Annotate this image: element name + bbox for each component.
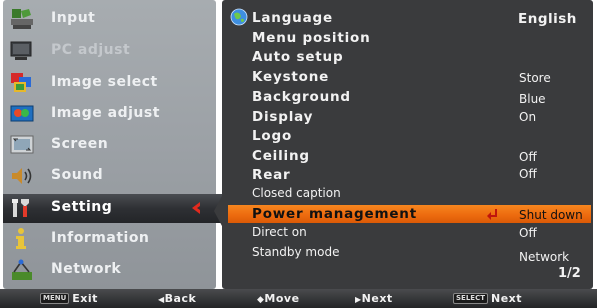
- setting-label: Auto setup: [252, 49, 344, 65]
- setting-label: Menu position: [252, 30, 371, 46]
- hint-select: SELECT Next: [453, 292, 522, 305]
- setting-label: Standby mode: [252, 245, 340, 259]
- screen-icon: [10, 135, 34, 154]
- setting-label: Direct on: [252, 225, 307, 239]
- menu-item-label: Information: [51, 230, 150, 246]
- setting-submenu-panel: Language English Menu position Auto setu…: [222, 0, 593, 289]
- key-hint-bar: MENU Exit ◀Back ◆Move ▶Next SELECT Next: [0, 289, 597, 308]
- selected-arrow-icon: [192, 202, 200, 214]
- setting-row-auto-setup[interactable]: Auto setup: [222, 48, 593, 67]
- right-arrow-icon: ▶: [355, 295, 362, 304]
- menu-item-label: Image adjust: [51, 105, 160, 121]
- setting-value: Off: [519, 167, 537, 181]
- setting-row-rear[interactable]: Rear Off: [222, 166, 593, 185]
- menu-key-icon: MENU: [40, 293, 70, 304]
- setting-value: English: [518, 11, 577, 27]
- setting-icon: [12, 199, 29, 217]
- hint-next: ▶Next: [355, 292, 393, 305]
- main-menu-panel: Input PC adjust Image select Image adjus…: [3, 0, 225, 289]
- input-icon: [11, 9, 33, 29]
- menu-item-label: PC adjust: [51, 42, 131, 58]
- setting-row-standby-mode[interactable]: Standby mode Network: [222, 244, 593, 264]
- hint-label: Next: [361, 292, 393, 305]
- setting-row-power-management[interactable]: Power management Shut down: [222, 205, 593, 224]
- menu-item-input[interactable]: Input: [3, 5, 216, 34]
- setting-row-menu-position[interactable]: Menu position: [222, 29, 593, 48]
- setting-value: Store: [519, 71, 551, 85]
- hint-back: ◀Back: [158, 292, 196, 305]
- information-icon: [16, 228, 26, 249]
- menu-item-label: Image select: [51, 74, 158, 90]
- setting-value: Shut down: [519, 208, 583, 222]
- setting-row-language[interactable]: Language English: [222, 9, 593, 28]
- menu-item-label: Setting: [51, 199, 113, 215]
- setting-row-background[interactable]: Background Blue: [222, 88, 593, 107]
- setting-value: Blue: [519, 92, 546, 106]
- setting-label: Keystone: [252, 69, 330, 85]
- setting-label: Ceiling: [252, 148, 310, 164]
- setting-row-display[interactable]: Display On: [222, 108, 593, 127]
- hint-label: Exit: [72, 292, 98, 305]
- setting-label: Logo: [252, 128, 293, 144]
- setting-value: On: [519, 110, 537, 124]
- setting-row-direct-on[interactable]: Direct on Off: [222, 224, 593, 243]
- menu-item-network[interactable]: Network: [3, 256, 216, 285]
- hint-label: Back: [164, 292, 197, 305]
- menu-item-image-adjust[interactable]: Image adjust: [3, 100, 216, 129]
- setting-label: Closed caption: [252, 186, 341, 200]
- setting-value: Off: [519, 150, 537, 164]
- menu-item-label: Network: [51, 261, 122, 277]
- setting-row-keystone[interactable]: Keystone Store: [222, 68, 593, 87]
- setting-label: Display: [252, 109, 314, 125]
- setting-label: Rear: [252, 167, 291, 183]
- menu-item-sound[interactable]: Sound: [3, 162, 216, 191]
- menu-item-screen[interactable]: Screen: [3, 131, 216, 160]
- pc-adjust-icon: [10, 41, 32, 60]
- menu-item-label: Input: [51, 10, 96, 26]
- network-icon: [12, 259, 32, 280]
- hint-exit: MENU Exit: [40, 292, 98, 305]
- menu-connector: [214, 196, 228, 226]
- hint-label: Next: [490, 292, 523, 305]
- image-adjust-icon: [10, 105, 34, 122]
- setting-row-logo[interactable]: Logo: [222, 127, 593, 146]
- setting-row-closed-caption[interactable]: Closed caption: [222, 185, 593, 204]
- image-select-icon: [11, 73, 31, 92]
- setting-label: Background: [252, 89, 351, 105]
- page-indicator: 1/2: [558, 266, 581, 281]
- enter-arrow-icon: [487, 209, 497, 220]
- select-key-icon: SELECT: [453, 293, 488, 304]
- menu-item-label: Sound: [51, 167, 104, 183]
- left-arrow-icon: ◀: [158, 295, 165, 304]
- setting-value: Network: [519, 250, 570, 264]
- setting-label: Language: [252, 10, 333, 26]
- menu-item-pc-adjust[interactable]: PC adjust: [3, 37, 216, 66]
- menu-item-image-select[interactable]: Image select: [3, 69, 216, 98]
- menu-item-setting[interactable]: Setting: [3, 194, 225, 223]
- sound-icon: [12, 168, 32, 184]
- setting-row-ceiling[interactable]: Ceiling Off: [222, 147, 593, 166]
- hint-label: Move: [264, 292, 300, 305]
- setting-value: Off: [519, 226, 537, 240]
- setting-label: Power management: [252, 206, 417, 222]
- menu-item-information[interactable]: Information: [3, 225, 216, 254]
- menu-item-label: Screen: [51, 136, 109, 152]
- hint-move: ◆Move: [257, 292, 300, 305]
